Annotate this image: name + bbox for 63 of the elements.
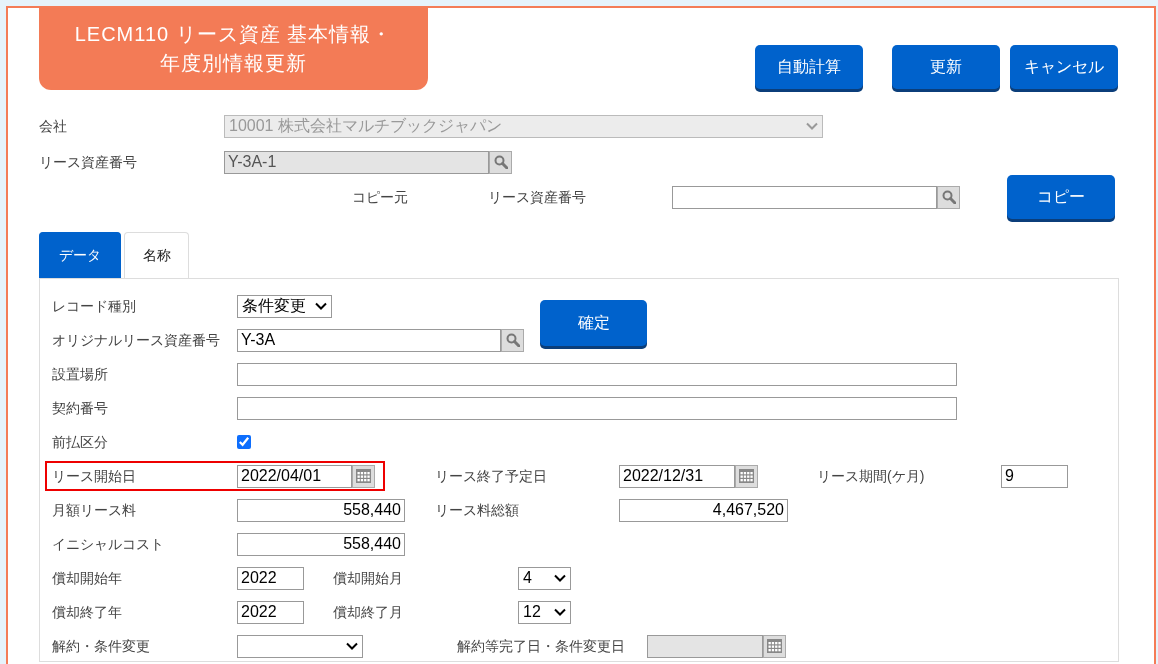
dropdown[interactable]: 12 — [518, 600, 571, 624]
dropdown[interactable] — [237, 634, 363, 658]
field-label: リース料総額 — [435, 500, 520, 520]
field-label: リース資産番号 — [488, 187, 587, 207]
chevron-icon — [346, 642, 358, 650]
search-icon — [505, 333, 520, 347]
cancel-button[interactable]: キャンセル — [1010, 45, 1118, 89]
copy-button[interactable]: コピー — [1007, 175, 1115, 219]
page-title: LECM110 リース資産 基本情報・ 年度別情報更新 — [39, 8, 428, 90]
calendar-button[interactable] — [735, 464, 758, 488]
search-icon — [493, 155, 508, 169]
field-label: コピー元 — [352, 187, 409, 207]
field-label: オリジナルリース資産番号 — [52, 330, 221, 350]
confirm-button[interactable]: 確定 — [540, 300, 647, 346]
update-button[interactable]: 更新 — [892, 45, 1000, 89]
field-label: 償却開始月 — [333, 568, 404, 588]
date-field[interactable]: 2022/04/01 — [237, 464, 352, 488]
lookup-field[interactable]: Y-3A — [237, 328, 501, 352]
input-field[interactable]: 4,467,520 — [619, 498, 788, 522]
calendar-button[interactable] — [352, 464, 375, 488]
calendar-icon — [356, 469, 371, 483]
field-label: 会社 — [39, 116, 68, 136]
field-label: リース期間(ケ月) — [817, 466, 926, 486]
field-label: 設置場所 — [52, 364, 109, 384]
field-label: 解約等完了日・条件変更日 — [457, 636, 626, 656]
field-label: リース資産番号 — [39, 152, 138, 172]
calendar-button[interactable] — [763, 634, 786, 658]
field-label: 月額リース料 — [52, 500, 137, 520]
input-field[interactable] — [237, 362, 957, 386]
calendar-icon — [739, 469, 754, 483]
tab[interactable]: データ — [39, 232, 121, 278]
input-field[interactable]: 2022 — [237, 600, 304, 624]
field-label: 償却終了月 — [333, 602, 404, 622]
chevron-icon — [554, 574, 566, 582]
search-button[interactable] — [501, 328, 524, 352]
field-label: 解約・条件変更 — [52, 636, 151, 656]
field-label: 償却終了年 — [52, 602, 123, 622]
auto-calc-button[interactable]: 自動計算 — [755, 45, 863, 89]
field-label: 償却開始年 — [52, 568, 123, 588]
calendar-icon — [767, 639, 782, 653]
dropdown[interactable]: 条件変更 — [237, 294, 332, 318]
field-label: 前払区分 — [52, 432, 109, 452]
input-field[interactable]: 558,440 — [237, 532, 405, 556]
input-field[interactable] — [237, 396, 957, 420]
input-field[interactable]: 2022 — [237, 566, 304, 590]
field-label: 契約番号 — [52, 398, 109, 418]
chevron-icon — [554, 608, 566, 616]
checkbox[interactable] — [237, 435, 251, 449]
lookup-field[interactable] — [672, 185, 937, 209]
search-button[interactable] — [937, 185, 960, 209]
chevron-icon — [315, 302, 327, 310]
chevron-icon — [806, 122, 818, 130]
input-field[interactable]: 9 — [1001, 464, 1068, 488]
search-button[interactable] — [489, 150, 512, 174]
field-label: リース終了予定日 — [435, 466, 548, 486]
field-label: レコード種別 — [52, 296, 137, 316]
field-label: リース開始日 — [52, 466, 137, 486]
field-label: イニシャルコスト — [52, 534, 165, 554]
dropdown[interactable]: 4 — [518, 566, 571, 590]
date-field[interactable]: 2022/12/31 — [619, 464, 735, 488]
search-icon — [941, 190, 956, 204]
input-field[interactable]: 558,440 — [237, 498, 405, 522]
tab[interactable]: 名称 — [124, 232, 189, 278]
